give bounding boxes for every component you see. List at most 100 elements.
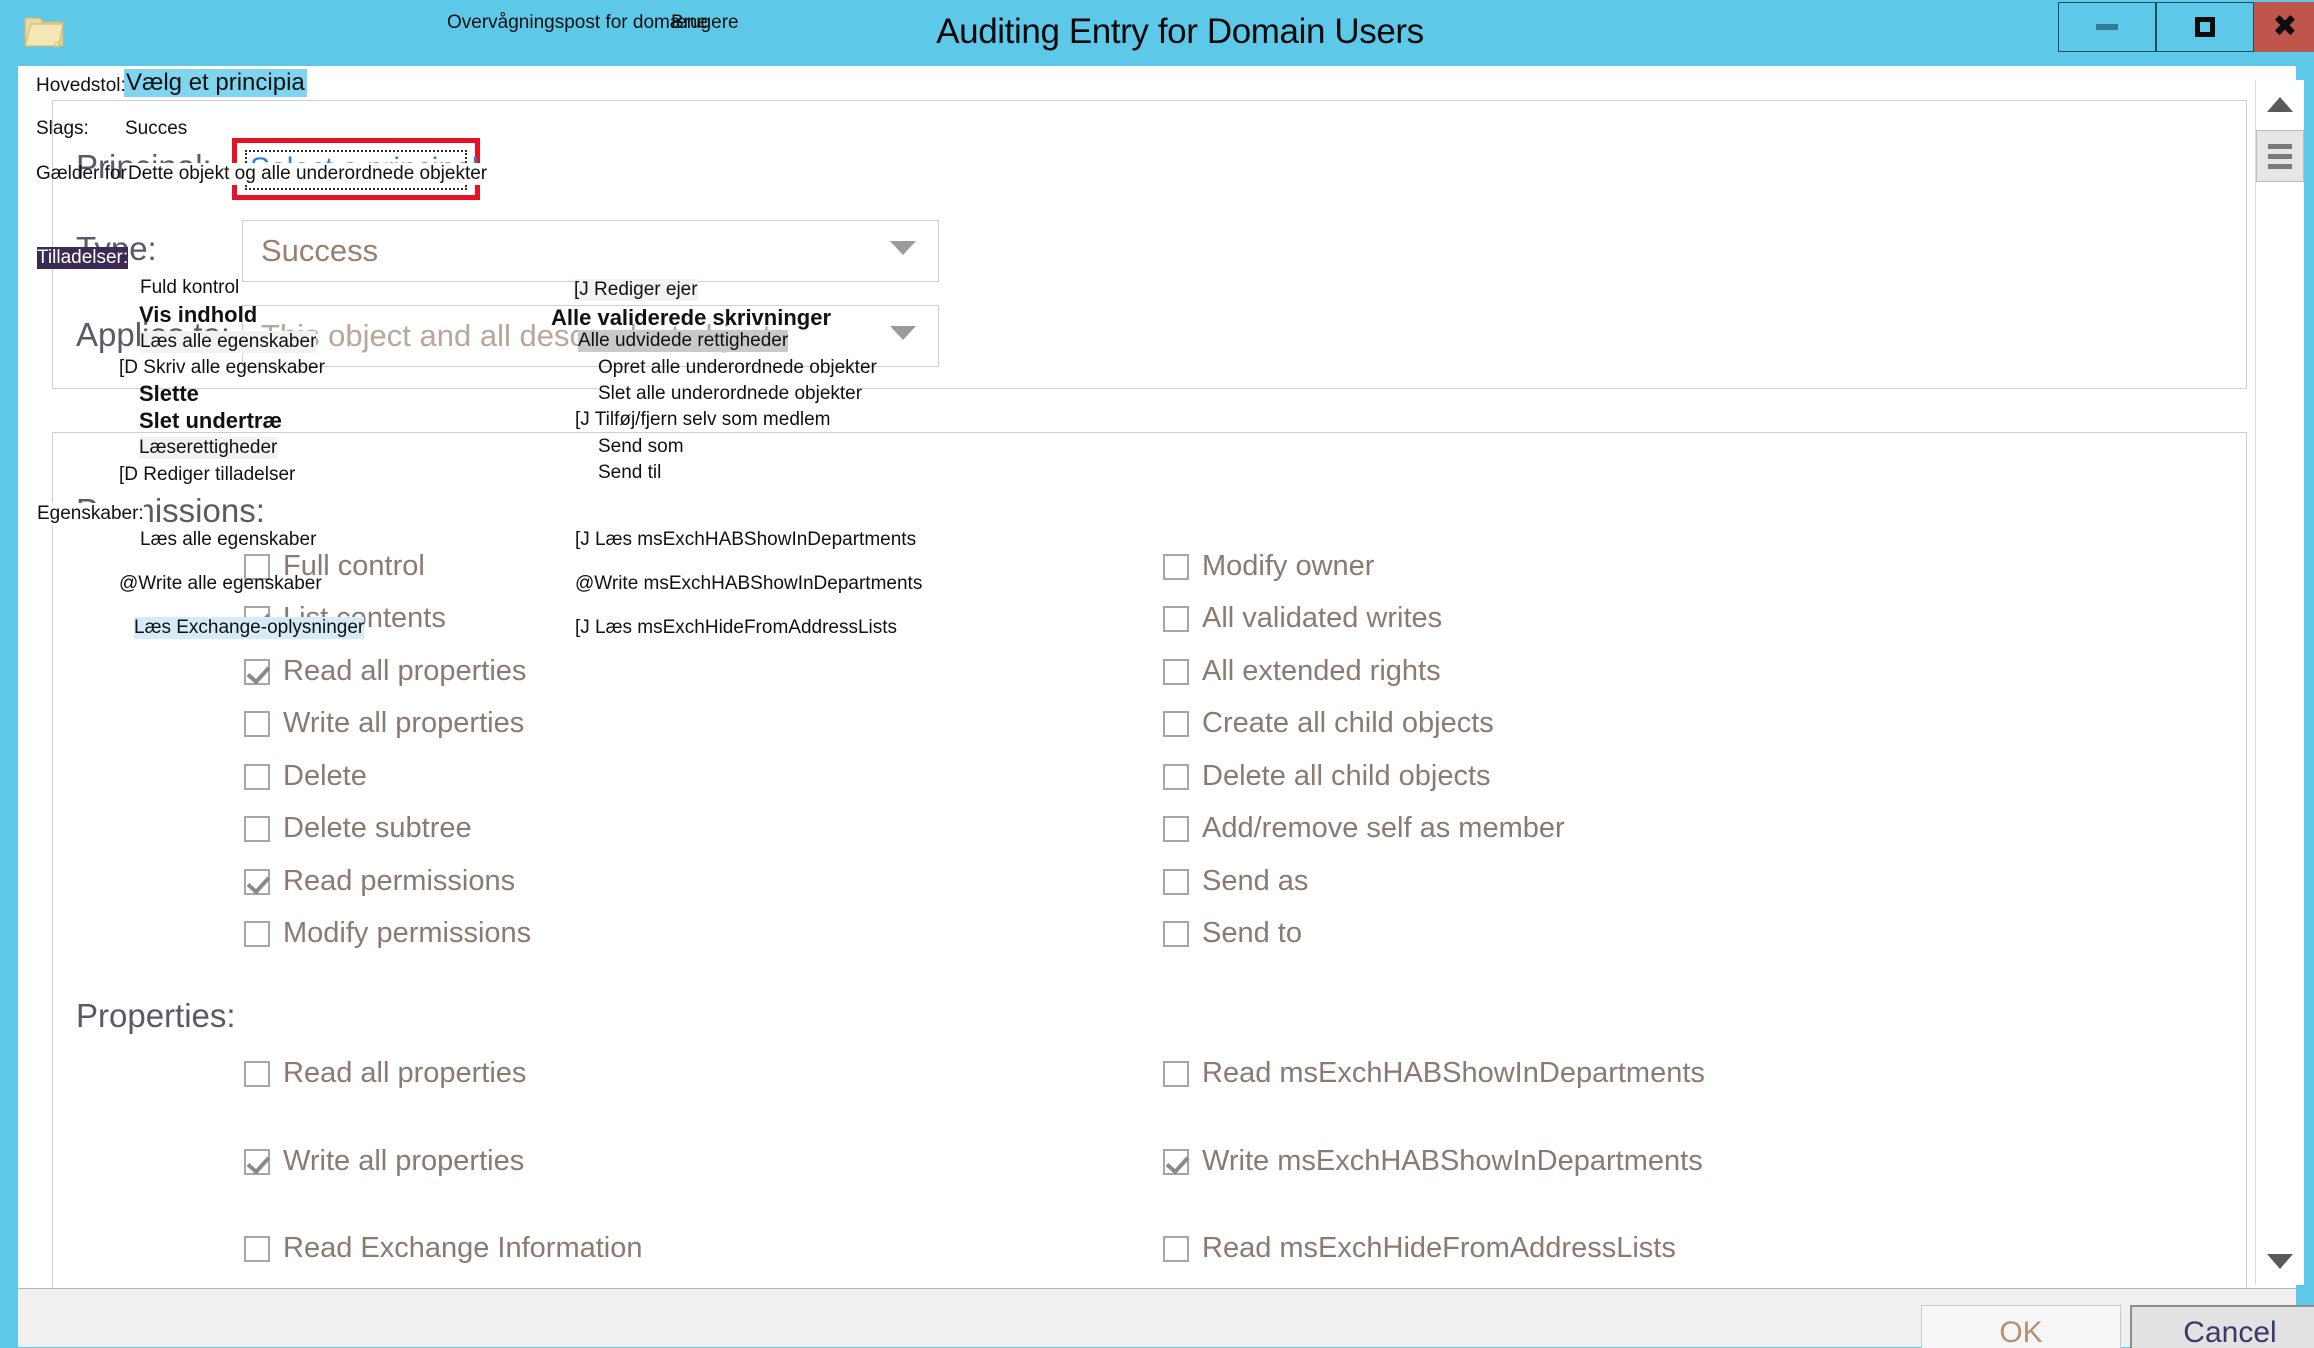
checkbox-add-remove-self-as-member[interactable] [1163, 815, 1189, 842]
close-icon: ✖ [2272, 10, 2298, 43]
chevron-up-icon [2267, 96, 2293, 112]
overlay-right-item: Alle validerede skrivninger [551, 305, 832, 330]
checkbox-prop-write-msexchhabshowindepartments[interactable] [1163, 1148, 1189, 1175]
permission-row-add-remove-self-as-member[interactable]: Add/remove self as member [1163, 812, 1565, 845]
overlay-right-item: Opret alle underordnede objekter [598, 357, 877, 378]
maximize-button[interactable] [2156, 2, 2254, 52]
cancel-button[interactable]: Cancel [2130, 1305, 2314, 1348]
property-row-write-msexchhabshowindepartments[interactable]: Write msExchHABShowInDepartments [1163, 1145, 1703, 1178]
permission-row-create-all-child-objects[interactable]: Create all child objects [1163, 707, 1494, 740]
property-label: Read msExchHideFromAddressLists [1202, 1232, 1676, 1264]
property-label: Read msExchHABShowInDepartments [1202, 1057, 1705, 1089]
grip-line [2268, 163, 2292, 169]
permission-row-send-as[interactable]: Send as [1163, 865, 1308, 898]
checkbox-send-to[interactable] [1163, 920, 1189, 947]
property-row-read-all-properties[interactable]: Read all properties [244, 1057, 526, 1090]
property-label: Write msExchHABShowInDepartments [1202, 1145, 1703, 1177]
checkbox-modify-owner[interactable] [1163, 553, 1189, 580]
overlay-left-item: Vis indhold [139, 302, 258, 327]
checkbox-all-validated-writes[interactable] [1163, 605, 1189, 632]
type-dropdown[interactable]: Success [242, 220, 939, 282]
checkbox-all-extended-rights[interactable] [1163, 658, 1189, 685]
overlay-gaelder-for-value: Dette objekt og alle underordnede objekt… [128, 163, 488, 185]
ok-button[interactable]: OK [1921, 1305, 2121, 1348]
checkbox-prop-read-all-properties[interactable] [244, 1060, 270, 1087]
permission-row-modify-owner[interactable]: Modify owner [1163, 550, 1374, 583]
chevron-down-icon [2267, 1253, 2293, 1269]
permission-row-read-all-properties[interactable]: Read all properties [244, 655, 526, 688]
checkbox-create-all-child-objects[interactable] [1163, 710, 1189, 737]
properties-heading: Properties: [76, 997, 236, 1034]
checkbox-delete[interactable] [244, 763, 270, 790]
permission-label: Read all properties [283, 655, 527, 687]
property-row-read-exchange-information[interactable]: Read Exchange Information [244, 1232, 643, 1265]
permission-row-write-all-properties[interactable]: Write all properties [244, 707, 524, 740]
property-label: Read Exchange Information [283, 1232, 643, 1264]
vertical-scrollbar[interactable] [2255, 80, 2304, 1285]
property-label: Write all properties [283, 1145, 525, 1177]
page-title: Auditing Entry for Domain Users [936, 12, 1424, 51]
permission-label: Send as [1202, 865, 1309, 897]
permission-label: All extended rights [1202, 655, 1441, 687]
overlay-prop-right-item: @Write msExchHABShowInDepartments [575, 573, 923, 594]
folder-icon [24, 17, 64, 49]
checkbox-prop-write-all-properties[interactable] [244, 1148, 270, 1175]
grip-line [2268, 143, 2292, 149]
permission-row-all-validated-writes[interactable]: All validated writes [1163, 602, 1442, 635]
scroll-down-button[interactable] [2256, 1237, 2304, 1285]
checkbox-read-permissions[interactable] [244, 868, 270, 895]
checkbox-delete-all-child-objects[interactable] [1163, 763, 1189, 790]
checkbox-write-all-properties[interactable] [244, 710, 270, 737]
permission-label: Delete [283, 760, 367, 792]
property-row-read-msexchhabshowindepartments[interactable]: Read msExchHABShowInDepartments [1163, 1057, 1705, 1090]
overlay-left-item: Slet undertræ [139, 408, 283, 433]
checkbox-prop-read-msexchhabshowindepartments[interactable] [1163, 1060, 1189, 1087]
overlay-right-item: Send til [598, 462, 662, 483]
permission-label: Modify owner [1202, 550, 1375, 582]
hovedstol-label: Hovedstol: [36, 75, 126, 96]
title-bar: Overvågningspost for domæne Brugere Audi… [0, 0, 2314, 66]
type-dropdown-value: Success [261, 233, 379, 268]
overlay-slags-label: Slags: [36, 118, 89, 139]
permission-row-delete[interactable]: Delete [244, 760, 367, 793]
overlay-right-item: Slet alle underordnede objekter [598, 383, 863, 405]
overlay-right-item: [J Rediger ejer [574, 279, 698, 301]
overlay-left-item: Slette [139, 381, 199, 406]
checkbox-prop-read-msexchhidefromaddresslists[interactable] [1163, 1235, 1189, 1262]
property-row-write-all-properties[interactable]: Write all properties [244, 1145, 524, 1178]
permission-label: Modify permissions [283, 917, 532, 949]
checkbox-prop-read-exchange-information[interactable] [244, 1235, 270, 1262]
overlay-slags-value: Succes [125, 118, 188, 139]
permission-row-send-to[interactable]: Send to [1163, 917, 1302, 950]
permission-label: Create all child objects [1202, 707, 1494, 739]
permission-label: All validated writes [1202, 602, 1443, 634]
overlay-tilladelser-label: Tilladelser: [37, 247, 129, 269]
permission-row-delete-all-child-objects[interactable]: Delete all child objects [1163, 760, 1491, 793]
property-label: Read all properties [283, 1057, 527, 1089]
checkbox-send-as[interactable] [1163, 868, 1189, 895]
permission-label: Delete all child objects [1202, 760, 1491, 792]
permission-row-modify-permissions[interactable]: Modify permissions [244, 917, 531, 950]
overlay-left-item: Læserettigheder [139, 437, 278, 459]
auditing-entry-dialog: Overvågningspost for domæne Brugere Audi… [0, 0, 2314, 1348]
property-row-read-msexchhidefromaddresslists[interactable]: Read msExchHideFromAddressLists [1163, 1232, 1676, 1265]
permission-row-all-extended-rights[interactable]: All extended rights [1163, 655, 1441, 688]
minimize-icon [2096, 24, 2118, 30]
overlay-right-item: Send som [598, 436, 684, 458]
overlay-prop-left-item: Læs alle egenskaber [140, 529, 317, 550]
minimize-button[interactable] [2058, 2, 2156, 52]
overlay-left-item: [D Skriv alle egenskaber [119, 357, 325, 378]
checkbox-read-all-properties[interactable] [244, 658, 270, 685]
permission-row-read-permissions[interactable]: Read permissions [244, 865, 515, 898]
scroll-up-button[interactable] [2256, 80, 2304, 128]
checkbox-delete-subtree[interactable] [244, 815, 270, 842]
permission-label: Write all properties [283, 707, 525, 739]
overlay-prop-right-item: [J Læs msExchHABShowInDepartments [575, 529, 917, 550]
overlay-right-item: Alle udvidede rettigheder [578, 330, 789, 352]
scrollbar-thumb[interactable] [2256, 130, 2304, 182]
checkbox-modify-permissions[interactable] [244, 920, 270, 947]
permission-row-delete-subtree[interactable]: Delete subtree [244, 812, 472, 845]
permission-label: Send to [1202, 917, 1302, 949]
overlay-prop-right-item: [J Læs msExchHideFromAddressLists [575, 617, 898, 638]
close-button[interactable]: ✖ [2254, 2, 2314, 52]
